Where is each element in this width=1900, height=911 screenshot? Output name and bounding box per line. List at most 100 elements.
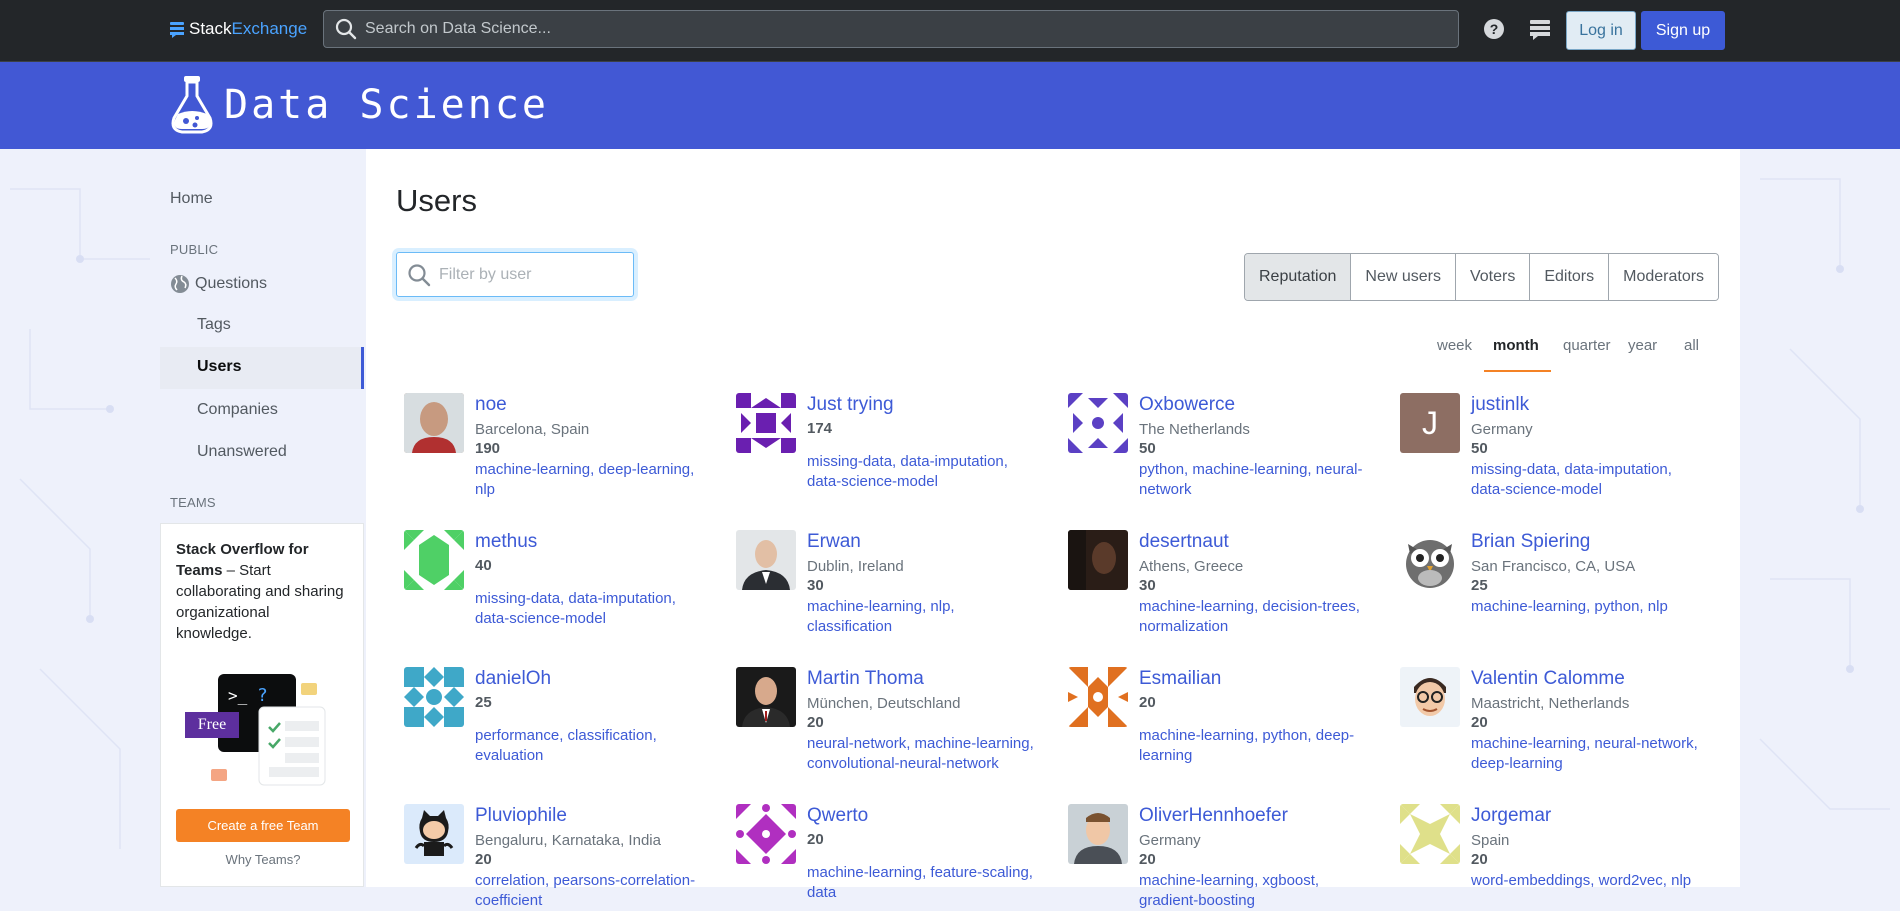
user-name[interactable]: Pluviophile	[475, 805, 567, 827]
user-tags[interactable]: missing-data, data-imputation, data-scie…	[1471, 460, 1703, 500]
user-avatar[interactable]	[1400, 804, 1460, 864]
user-tags[interactable]: machine-learning, decision-trees, normal…	[1139, 597, 1371, 637]
global-search[interactable]	[323, 10, 1459, 48]
stackexchange-icon	[170, 22, 184, 38]
create-team-button[interactable]: Create a free Team	[176, 809, 350, 842]
login-button[interactable]: Log in	[1566, 11, 1636, 50]
user-tags[interactable]: machine-learning, python, deep-learning	[1139, 726, 1371, 766]
user-reputation: 20	[807, 714, 824, 731]
user-reputation: 174	[807, 420, 833, 437]
top-bar: Stack Exchange ? Log in Sign up	[0, 0, 1900, 62]
user-name[interactable]: Brian Spiering	[1471, 531, 1590, 553]
user-name[interactable]: justinlk	[1471, 394, 1529, 416]
user-avatar[interactable]	[736, 804, 796, 864]
user-location: Germany	[1471, 421, 1533, 438]
user-name[interactable]: danielOh	[475, 668, 551, 690]
user-name[interactable]: Just trying	[807, 394, 894, 416]
user-tags[interactable]: machine-learning, python, nlp	[1471, 597, 1703, 617]
page-title: Users	[396, 183, 477, 218]
user-tags[interactable]: machine-learning, neural-network, deep-l…	[1471, 734, 1703, 774]
user-avatar[interactable]	[404, 530, 464, 590]
user-avatar[interactable]	[404, 393, 464, 453]
user-avatar[interactable]	[736, 667, 796, 727]
main-content: Users Reputation New users Voters Editor…	[366, 149, 1740, 909]
tab-voters[interactable]: Voters	[1454, 254, 1530, 300]
help-icon[interactable]: ?	[1483, 18, 1505, 40]
flask-logo-icon[interactable]	[170, 74, 216, 136]
user-name[interactable]: Jorgemar	[1471, 805, 1551, 827]
user-reputation: 25	[1471, 577, 1488, 594]
user-tags[interactable]: word-embeddings, word2vec, nlp	[1471, 871, 1703, 891]
user-avatar[interactable]	[736, 530, 796, 590]
signup-button[interactable]: Sign up	[1641, 11, 1725, 50]
user-avatar[interactable]	[1068, 804, 1128, 864]
user-tags[interactable]: machine-learning, nlp, classification	[807, 597, 1039, 637]
period-all[interactable]: all	[1684, 337, 1699, 354]
user-name[interactable]: Oxbowerce	[1139, 394, 1235, 416]
tab-reputation[interactable]: Reputation	[1245, 254, 1351, 300]
user-name[interactable]: Valentin Calomme	[1471, 668, 1625, 690]
user-avatar[interactable]: J	[1400, 393, 1460, 453]
user-location: München, Deutschland	[807, 695, 961, 712]
nav-questions[interactable]: Questions	[170, 274, 267, 294]
user-location: Germany	[1139, 832, 1201, 849]
period-active-indicator	[1484, 370, 1551, 372]
nav-tags[interactable]: Tags	[197, 316, 231, 334]
teams-promo-text: Stack Overflow for Teams – Start collabo…	[176, 539, 346, 644]
user-tags[interactable]: missing-data, data-imputation, data-scie…	[475, 589, 707, 629]
nav-companies[interactable]: Companies	[197, 401, 278, 419]
nav-users[interactable]: Users	[160, 347, 364, 389]
user-tags[interactable]: machine-learning, feature-scaling, data	[807, 863, 1039, 903]
user-name[interactable]: noe	[475, 394, 507, 416]
period-week[interactable]: week	[1437, 337, 1472, 354]
filter-users-input[interactable]	[437, 264, 631, 285]
svg-text:?: ?	[257, 685, 268, 706]
period-year[interactable]: year	[1628, 337, 1657, 354]
user-name[interactable]: methus	[475, 531, 537, 553]
stackexchange-logo[interactable]: Stack Exchange	[170, 19, 307, 39]
user-avatar[interactable]	[404, 804, 464, 864]
nav-unanswered[interactable]: Unanswered	[197, 443, 287, 461]
user-tags[interactable]: correlation, pearsons-correlation-coeffi…	[475, 871, 707, 911]
site-switcher-icon[interactable]	[1529, 18, 1551, 40]
tab-new-users[interactable]: New users	[1350, 254, 1455, 300]
nav-home[interactable]: Home	[170, 190, 213, 208]
user-reputation: 50	[1471, 440, 1488, 457]
svg-text:?: ?	[1490, 21, 1499, 37]
globe-icon	[171, 275, 189, 293]
user-tags[interactable]: missing-data, data-imputation, data-scie…	[807, 452, 1039, 492]
user-avatar[interactable]	[404, 667, 464, 727]
user-name[interactable]: desertnaut	[1139, 531, 1229, 553]
tab-editors[interactable]: Editors	[1529, 254, 1609, 300]
user-name[interactable]: Erwan	[807, 531, 861, 553]
user-location: Dublin, Ireland	[807, 558, 904, 575]
user-tags[interactable]: neural-network, machine-learning, convol…	[807, 734, 1039, 774]
user-avatar[interactable]	[1068, 393, 1128, 453]
user-avatar[interactable]	[1400, 530, 1460, 590]
user-avatar[interactable]	[1068, 667, 1128, 727]
filter-users[interactable]	[396, 252, 634, 297]
user-reputation: 40	[475, 557, 492, 574]
why-teams-link[interactable]: Why Teams?	[161, 852, 365, 867]
user-tags[interactable]: performance, classification, evaluation	[475, 726, 707, 766]
period-quarter[interactable]: quarter	[1563, 337, 1611, 354]
user-tags[interactable]: python, machine-learning, neural-network	[1139, 460, 1371, 500]
user-location: Spain	[1471, 832, 1510, 849]
user-tags[interactable]: machine-learning, deep-learning, nlp	[475, 460, 707, 500]
user-tags[interactable]: machine-learning, xgboost, gradient-boos…	[1139, 871, 1371, 911]
user-sort-tabs: Reputation New users Voters Editors Mode…	[1244, 253, 1720, 301]
global-search-input[interactable]	[363, 19, 1427, 39]
user-name[interactable]: Martin Thoma	[807, 668, 924, 690]
user-location: The Netherlands	[1139, 421, 1250, 438]
user-name[interactable]: Esmailian	[1139, 668, 1221, 690]
user-reputation: 30	[807, 577, 824, 594]
tab-moderators[interactable]: Moderators	[1608, 254, 1719, 300]
user-avatar[interactable]	[736, 393, 796, 453]
user-avatar[interactable]	[1400, 667, 1460, 727]
user-location: Barcelona, Spain	[475, 421, 590, 438]
period-month[interactable]: month	[1493, 337, 1539, 354]
site-title[interactable]: Data Science	[224, 82, 549, 128]
user-name[interactable]: Qwerto	[807, 805, 868, 827]
user-avatar[interactable]	[1068, 530, 1128, 590]
user-name[interactable]: OliverHennhoefer	[1139, 805, 1288, 827]
